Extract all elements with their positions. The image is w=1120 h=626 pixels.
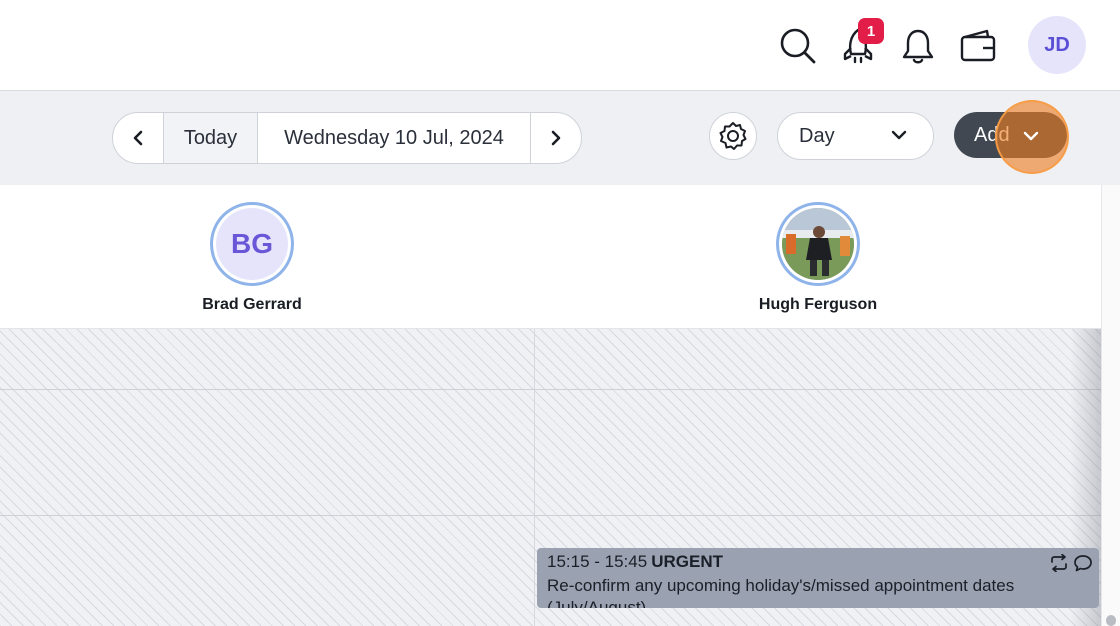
staff-name: Brad Gerrard: [202, 296, 302, 313]
comment-icon: [1074, 555, 1092, 572]
avatar-ring: [776, 202, 860, 286]
top-header: 1 JD: [0, 0, 1120, 91]
event-time: 15:15 - 15:45: [547, 552, 648, 571]
event-icons: [1049, 554, 1093, 572]
vertical-scrollbar[interactable]: [1101, 185, 1120, 626]
add-button-label: Add: [974, 123, 1010, 146]
chevron-down-icon: [891, 130, 907, 140]
notification-badge: 1: [858, 18, 884, 44]
appointment-event[interactable]: 15:15 - 15:45 URGENT Re-confirm any upcom…: [537, 548, 1099, 608]
column-divider: [534, 329, 535, 626]
staff-column-header[interactable]: Hugh Ferguson: [718, 202, 918, 314]
staff-header-row: BG Brad Gerrard Hugh Ferguson: [0, 185, 1101, 329]
event-header: 15:15 - 15:45 URGENT: [547, 552, 723, 572]
add-button[interactable]: Add: [954, 112, 1067, 158]
avatar: BG: [216, 208, 288, 280]
time-slot-divider: [0, 515, 1101, 516]
calendar-toolbar: Today Wednesday 10 Jul, 2024 Day Add: [0, 91, 1120, 185]
view-select[interactable]: Day: [777, 112, 934, 160]
time-slot-divider: [0, 389, 1101, 390]
current-date-label[interactable]: Wednesday 10 Jul, 2024: [258, 113, 531, 163]
event-title: URGENT: [651, 552, 723, 571]
previous-day-button[interactable]: [113, 113, 163, 163]
scrollbar-thumb[interactable]: [1106, 615, 1116, 626]
user-avatar[interactable]: JD: [1028, 16, 1086, 74]
repeat-icon: [1051, 554, 1067, 572]
calendar-grid[interactable]: 15:15 - 15:45 URGENT Re-confirm any upcom…: [0, 329, 1101, 626]
date-navigator: Today Wednesday 10 Jul, 2024: [112, 112, 582, 164]
avatar-ring: BG: [210, 202, 294, 286]
avatar-photo: [782, 208, 854, 280]
wallet-icon[interactable]: [958, 24, 998, 68]
view-select-value: Day: [799, 124, 835, 147]
next-day-button[interactable]: [531, 113, 581, 163]
staff-column-header[interactable]: BG Brad Gerrard: [152, 202, 352, 314]
event-description: Re-confirm any upcoming holiday's/missed…: [547, 576, 1015, 608]
chevron-right-icon: [551, 130, 561, 146]
today-button[interactable]: Today: [163, 113, 258, 163]
bell-icon[interactable]: [898, 24, 938, 68]
settings-button[interactable]: [709, 112, 757, 160]
chevron-left-icon: [133, 130, 143, 146]
gear-icon: [719, 122, 747, 150]
search-icon[interactable]: [778, 24, 818, 68]
staff-name: Hugh Ferguson: [758, 296, 878, 313]
